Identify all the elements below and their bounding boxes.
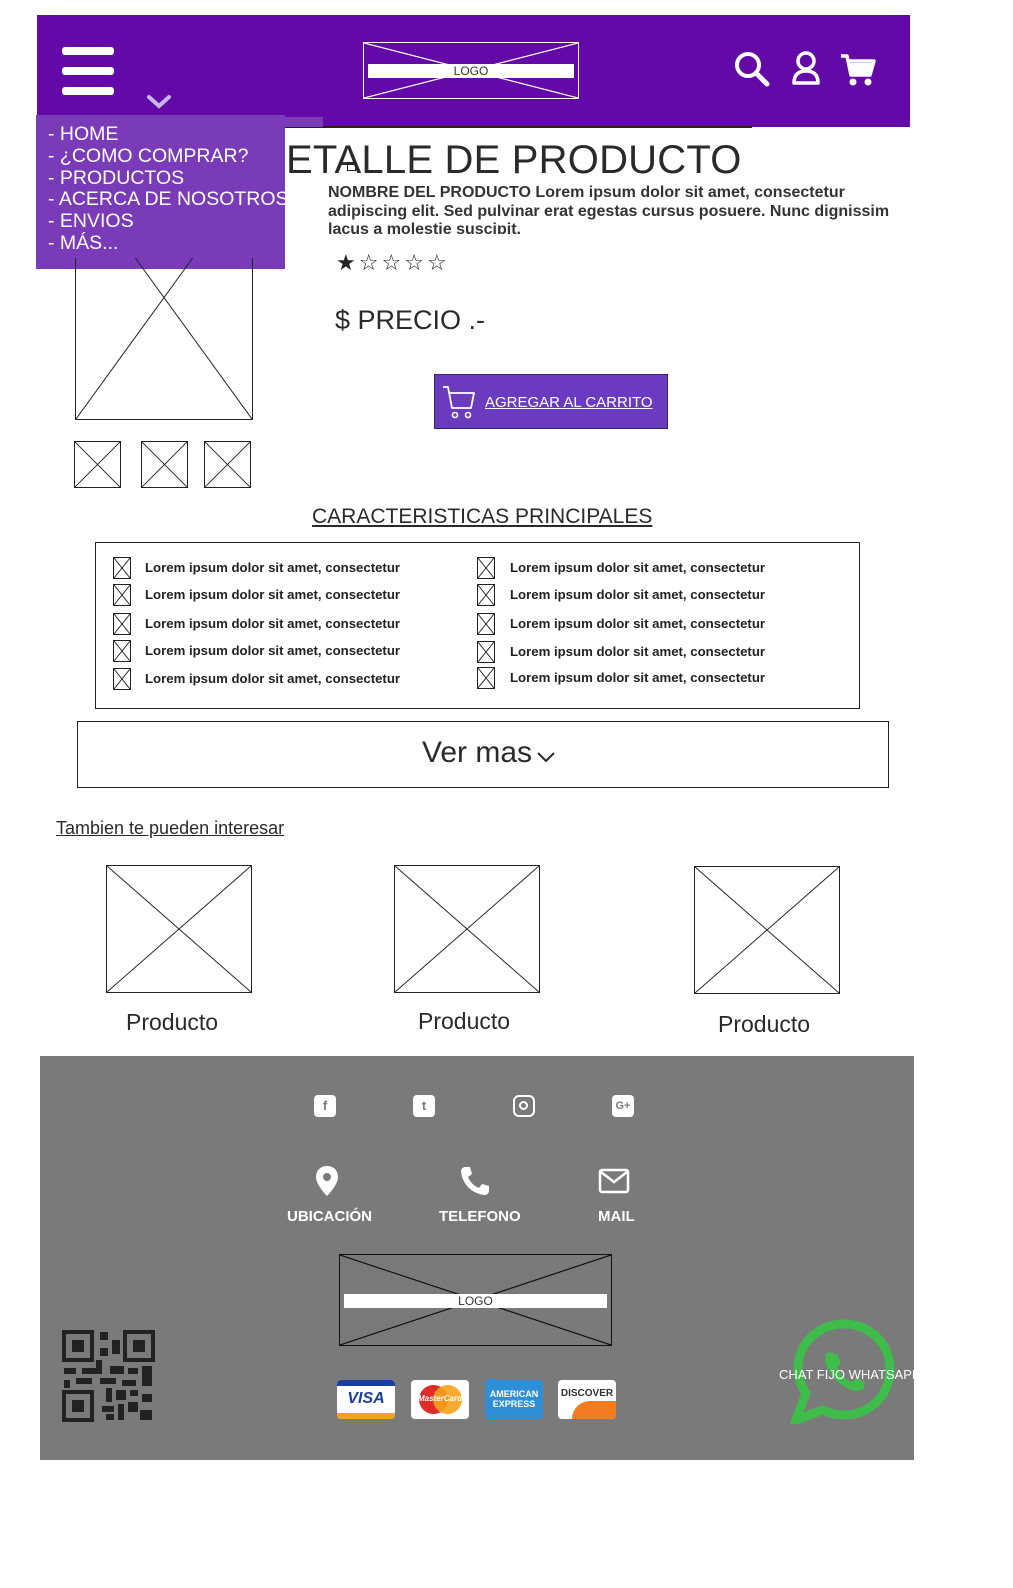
see-more-button[interactable]: Ver mas — [77, 721, 889, 788]
add-to-cart-label: AGREGAR AL CARRITO — [485, 394, 653, 411]
user-icon[interactable] — [791, 51, 821, 85]
location-label[interactable]: UBICACIÓN — [287, 1208, 372, 1225]
chevron-down-icon[interactable] — [146, 94, 172, 110]
location-pin-icon[interactable] — [315, 1165, 339, 1197]
menu-item-home[interactable]: - HOME — [48, 123, 285, 146]
cart-icon[interactable] — [840, 53, 876, 87]
feature-item-text: Lorem ipsum dolor sit amet, consectetur — [145, 616, 401, 631]
feature-item-text: Lorem ipsum dolor sit amet, consectetur — [510, 644, 766, 659]
discover-card-icon: DISCOVER — [558, 1380, 616, 1419]
feature-image-icon — [113, 668, 131, 690]
product-description: NOMBRE DEL PRODUCTO Lorem ipsum dolor si… — [328, 184, 890, 234]
feature-item-text: Lorem ipsum dolor sit amet, consectetur — [510, 616, 766, 631]
feature-image-icon — [113, 584, 131, 606]
star-empty-icon[interactable]: ☆ — [427, 250, 450, 275]
menu-item-shipping[interactable]: - ENVIOS — [48, 210, 285, 233]
feature-image-icon — [477, 584, 495, 606]
feature-image-icon — [113, 613, 131, 635]
nav-dropdown-menu: - HOME - ¿COMO COMPRAR? - PRODUCTOS - AC… — [36, 115, 289, 269]
page-title: ETALLE DE PRODUCTO — [286, 138, 742, 182]
related-product-image[interactable] — [106, 865, 252, 993]
related-product-image[interactable] — [694, 866, 840, 994]
product-thumbnail[interactable] — [141, 441, 188, 488]
rating-stars[interactable]: ★☆☆☆☆ — [336, 250, 450, 276]
star-empty-icon[interactable]: ☆ — [381, 250, 404, 275]
feature-item-text: Lorem ipsum dolor sit amet, consectetur — [145, 643, 401, 658]
menu-item-about-us[interactable]: - ACERCA DE NOSOTROS — [48, 189, 289, 211]
related-product-label[interactable]: Producto — [418, 1008, 510, 1035]
chevron-down-icon — [537, 752, 555, 763]
add-to-cart-button[interactable]: AGREGAR AL CARRITO — [434, 374, 668, 429]
header-logo[interactable]: LOGO — [363, 42, 579, 99]
related-product-label[interactable]: Producto — [126, 1009, 218, 1036]
twitter-icon[interactable]: t — [413, 1095, 435, 1117]
feature-image-icon — [477, 557, 495, 579]
header-logo-text: LOGO — [368, 64, 574, 78]
related-product-image[interactable] — [394, 865, 540, 993]
feature-item-text: Lorem ipsum dolor sit amet, consectetur — [145, 560, 401, 575]
star-empty-icon[interactable]: ☆ — [404, 250, 427, 275]
footer-logo[interactable]: LOGO — [339, 1254, 612, 1346]
product-main-image — [75, 258, 253, 420]
title-marker — [347, 162, 356, 171]
menu-tab — [285, 117, 323, 127]
features-title: CARACTERISTICAS PRINCIPALES — [312, 505, 653, 528]
star-empty-icon[interactable]: ☆ — [359, 250, 382, 275]
mail-icon[interactable] — [598, 1167, 630, 1195]
see-more-label: Ver mas — [422, 736, 533, 769]
feature-item-text: Lorem ipsum dolor sit amet, consectetur — [510, 560, 766, 575]
feature-image-icon — [477, 641, 495, 663]
product-price: $ PRECIO .- — [335, 305, 486, 335]
feature-image-icon — [113, 557, 131, 579]
amex-card-icon: AMERICAN EXPRESS — [485, 1380, 543, 1419]
google-plus-icon[interactable]: G+ — [612, 1095, 634, 1117]
phone-label[interactable]: TELEFONO — [439, 1208, 521, 1225]
whatsapp-chat-label[interactable]: CHAT FIJO WHATSAPP — [779, 1367, 921, 1382]
facebook-icon[interactable]: f — [314, 1095, 336, 1117]
menu-item-how-to-buy[interactable]: - ¿COMO COMPRAR? — [48, 145, 285, 168]
feature-item-text: Lorem ipsum dolor sit amet, consectetur — [145, 671, 401, 686]
mail-label[interactable]: MAIL — [598, 1208, 635, 1225]
product-thumbnail[interactable] — [204, 441, 251, 488]
feature-item-text: Lorem ipsum dolor sit amet, consectetur — [145, 587, 401, 602]
feature-item-text: Lorem ipsum dolor sit amet, consectetur — [510, 587, 766, 602]
qr-code-icon — [62, 1330, 155, 1422]
title-divider — [285, 126, 752, 128]
menu-item-products[interactable]: - PRODUCTOS — [48, 167, 285, 190]
menu-icon[interactable] — [62, 47, 114, 95]
mastercard-card-icon: MasterCard — [411, 1380, 469, 1419]
phone-icon[interactable] — [459, 1165, 491, 1197]
footer-logo-text: LOGO — [344, 1294, 607, 1308]
feature-image-icon — [477, 613, 495, 635]
cart-icon — [443, 386, 475, 419]
search-icon[interactable] — [734, 51, 770, 87]
related-products-title[interactable]: Tambien te pueden interesar — [56, 818, 284, 839]
feature-item-text: Lorem ipsum dolor sit amet, consectetur — [510, 670, 766, 685]
feature-image-icon — [113, 640, 131, 662]
star-filled-icon[interactable]: ★ — [336, 250, 359, 275]
product-thumbnail[interactable] — [74, 441, 121, 488]
instagram-icon[interactable] — [513, 1095, 535, 1117]
menu-item-more[interactable]: - MÁS... — [48, 232, 285, 255]
related-product-label[interactable]: Producto — [718, 1011, 810, 1038]
feature-image-icon — [477, 667, 495, 689]
visa-card-icon: VISA — [337, 1380, 395, 1419]
